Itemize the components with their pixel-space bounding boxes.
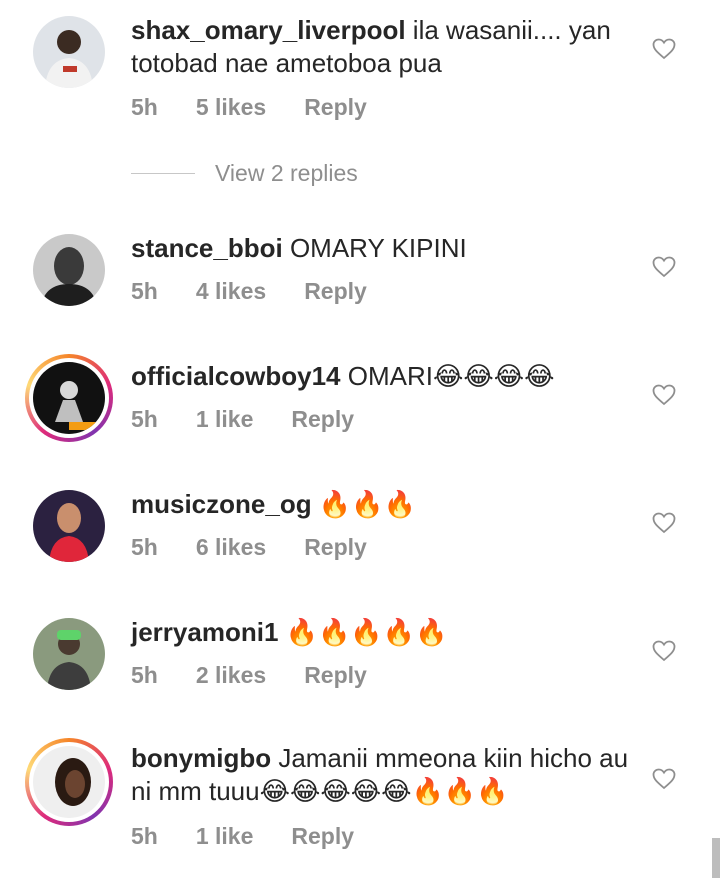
reply-button[interactable]: Reply [291,823,354,849]
username[interactable]: stance_bboi [131,233,283,263]
username[interactable]: jerryamoni1 [131,617,278,647]
username[interactable]: officialcowboy14 [131,361,341,391]
comment-text: stance_bboi OMARY KIPINI [131,232,641,265]
heart-icon[interactable] [652,639,676,663]
comment-text: officialcowboy14 OMARI😂😂😂😂 [131,360,641,393]
timestamp: 5h [131,823,158,849]
username[interactable]: bonymigbo [131,743,271,773]
comment-meta: 5h 1 like Reply [131,406,392,433]
likes-count[interactable]: 6 likes [196,534,266,560]
heart-icon[interactable] [652,767,676,791]
view-replies-button[interactable]: View 2 replies [131,160,358,187]
timestamp: 5h [131,94,158,120]
divider [131,173,195,174]
timestamp: 5h [131,278,158,304]
likes-count[interactable]: 4 likes [196,278,266,304]
likes-count[interactable]: 5 likes [196,94,266,120]
comment-meta: 5h 1 like Reply [131,823,392,850]
avatar [33,746,105,818]
comment-text: shax_omary_liverpool ila wasanii.... yan… [131,14,641,80]
reply-button[interactable]: Reply [304,534,367,560]
username[interactable]: musiczone_og [131,489,312,519]
avatar-story-ring[interactable] [25,354,113,442]
timestamp: 5h [131,662,158,688]
comment-meta: 5h 4 likes Reply [131,278,405,305]
avatar[interactable] [33,490,105,562]
comment-meta: 5h 5 likes Reply [131,94,405,121]
scrollbar-thumb[interactable] [712,838,720,878]
comment-body: 🔥🔥🔥 [311,489,416,519]
likes-count[interactable]: 1 like [196,406,254,432]
reply-button[interactable]: Reply [304,662,367,688]
heart-icon[interactable] [652,511,676,535]
heart-icon[interactable] [652,383,676,407]
avatar-story-ring[interactable] [25,738,113,826]
likes-count[interactable]: 2 likes [196,662,266,688]
timestamp: 5h [131,406,158,432]
avatar[interactable] [33,16,105,88]
heart-icon[interactable] [652,37,676,61]
reply-button[interactable]: Reply [304,278,367,304]
comment-meta: 5h 2 likes Reply [131,662,405,689]
avatar[interactable] [33,234,105,306]
likes-count[interactable]: 1 like [196,823,254,849]
view-replies-label: View 2 replies [215,160,358,186]
comment-text: jerryamoni1 🔥🔥🔥🔥🔥 [131,616,641,649]
timestamp: 5h [131,534,158,560]
comment-body: OMARY KIPINI [282,233,467,263]
comment-text: musiczone_og 🔥🔥🔥 [131,488,641,521]
reply-button[interactable]: Reply [304,94,367,120]
heart-icon[interactable] [652,255,676,279]
comment-meta: 5h 6 likes Reply [131,534,405,561]
comment-text: bonymigbo Jamanii mmeona kiin hicho au n… [131,742,641,808]
avatar [33,362,105,434]
username[interactable]: shax_omary_liverpool [131,15,406,45]
avatar[interactable] [33,618,105,690]
reply-button[interactable]: Reply [291,406,354,432]
comment-body: OMARI😂😂😂😂 [340,361,555,391]
comment-body: 🔥🔥🔥🔥🔥 [278,617,448,647]
